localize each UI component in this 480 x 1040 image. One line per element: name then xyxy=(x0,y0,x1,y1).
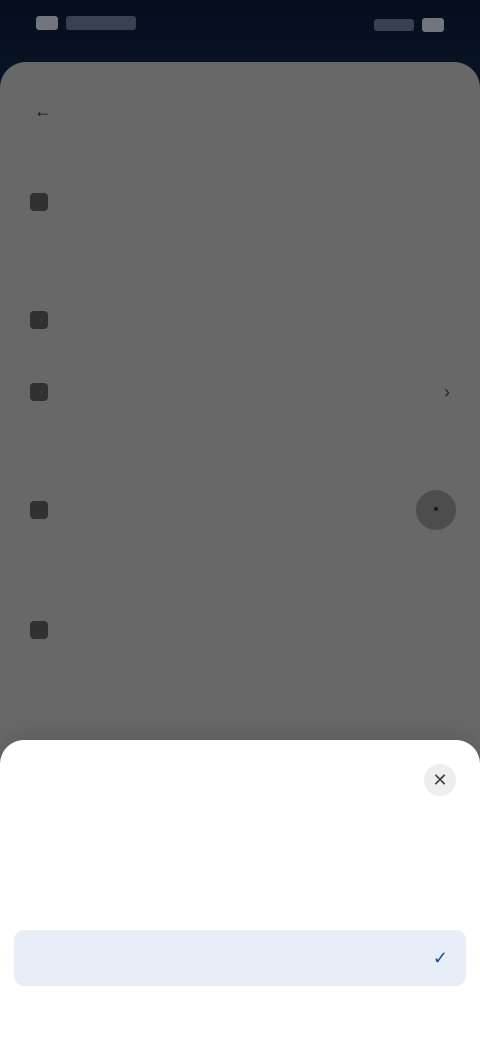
check-icon: ✓ xyxy=(432,947,448,968)
bottom-sheet-header: ✕ xyxy=(0,758,480,802)
sheet-option-selected[interactable]: ✓ xyxy=(14,930,466,986)
sheet-option[interactable] xyxy=(0,872,480,928)
close-button[interactable]: ✕ xyxy=(424,764,456,796)
sheet-option[interactable] xyxy=(0,814,480,870)
close-icon: ✕ xyxy=(432,769,448,790)
screen: ← › • ✕ ✓ xyxy=(0,0,480,1040)
bottom-sheet: ✕ ✓ xyxy=(0,740,480,1040)
